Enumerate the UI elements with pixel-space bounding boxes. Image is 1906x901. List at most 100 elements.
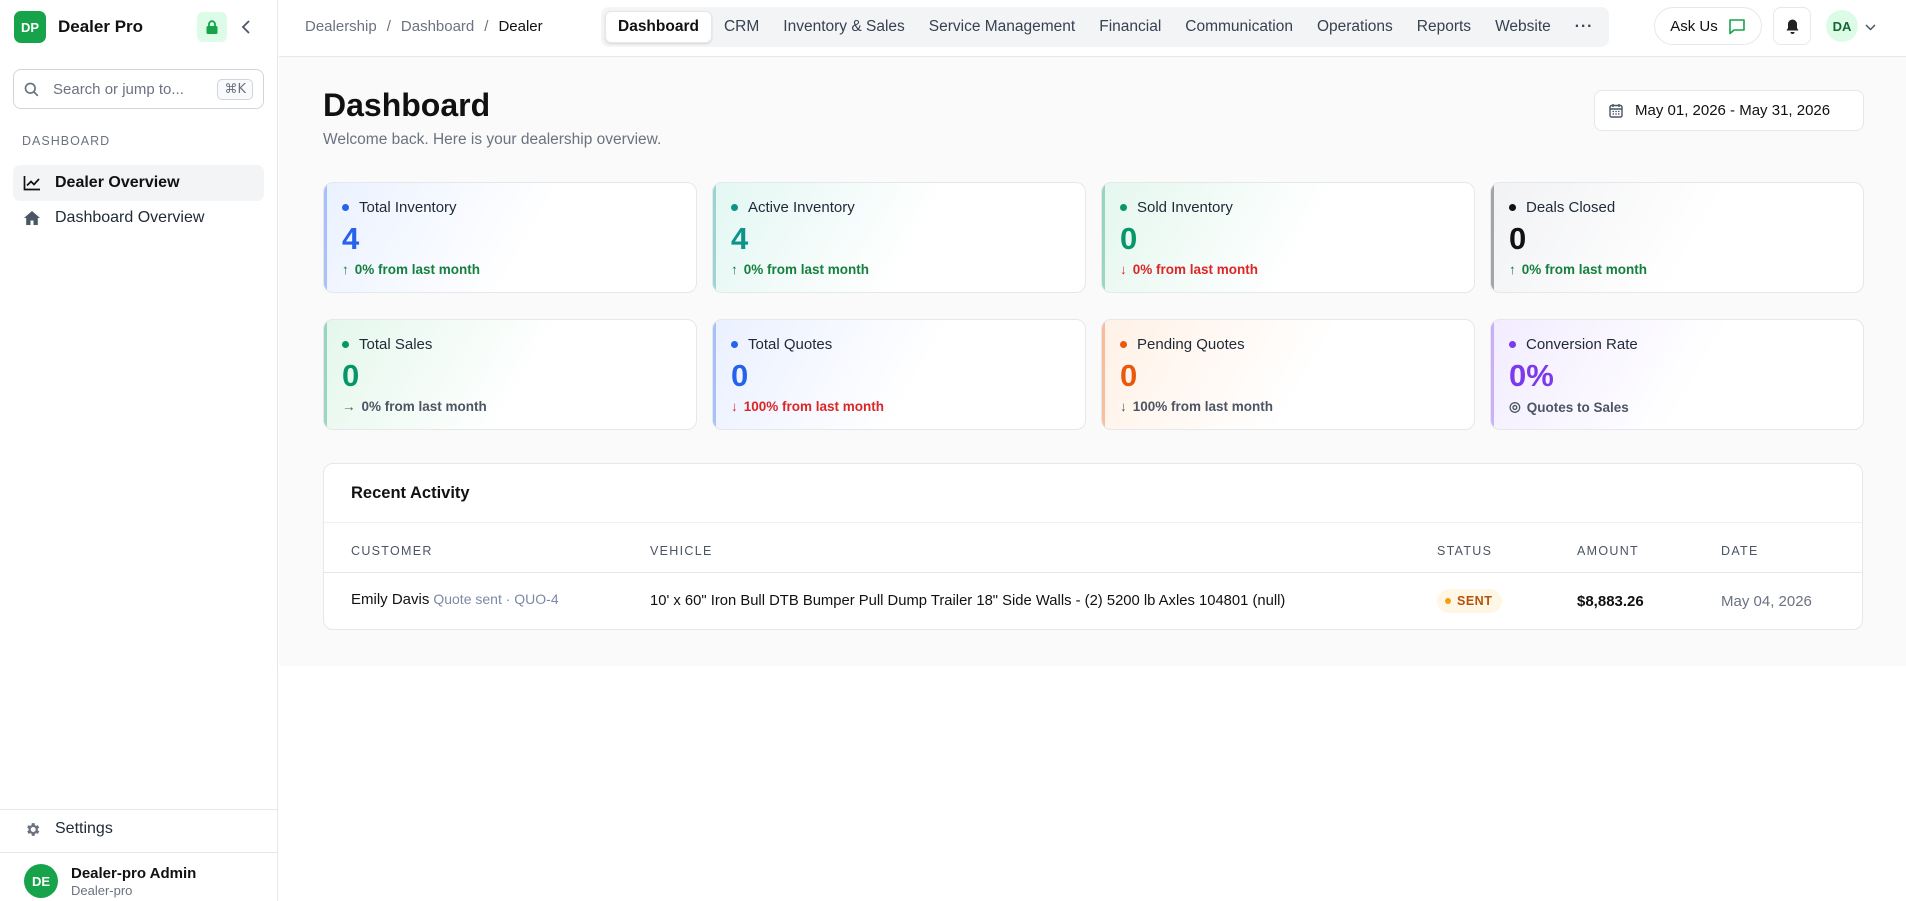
main-tabs: Dashboard CRM Inventory & Sales Service … [601, 7, 1610, 47]
stat-dot [1509, 341, 1516, 348]
page-title: Dashboard [323, 87, 491, 123]
brand-logo: DP [14, 11, 46, 43]
breadcrumb-dashboard[interactable]: Dashboard [401, 18, 474, 35]
stat-trend: ↓ 0% from last month [1120, 262, 1258, 277]
sidebar-item-dealer-overview[interactable]: Dealer Overview [13, 165, 264, 201]
trend-arrow-icon: ↑ [1509, 262, 1516, 277]
stat-trend: ↑ 0% from last month [342, 262, 480, 277]
tab-financial[interactable]: Financial [1087, 11, 1173, 43]
stat-trend: ◎ Quotes to Sales [1509, 399, 1629, 415]
tab-communication[interactable]: Communication [1173, 11, 1305, 43]
notifications-button[interactable] [1773, 7, 1811, 45]
stat-value: 0 [1120, 221, 1138, 256]
more-tabs-icon[interactable]: ··· [1563, 11, 1606, 43]
status-dot [1445, 598, 1451, 604]
main-content: Dashboard Welcome back. Here is your dea… [279, 57, 1906, 666]
stat-label-row: Active Inventory [731, 199, 855, 216]
stat-dot [342, 204, 349, 211]
tab-website[interactable]: Website [1483, 11, 1563, 43]
brand-name: Dealer Pro [58, 17, 144, 36]
stat-label: Conversion Rate [1526, 336, 1638, 353]
page-subtitle: Welcome back. Here is your dealership ov… [323, 131, 662, 148]
breadcrumb-current: Dealer [498, 18, 543, 35]
stat-value: 0 [342, 358, 360, 393]
sidebar: DP Dealer Pro Search or jump to... ⌘K DA… [0, 0, 278, 901]
trend-arrow-icon: → [342, 399, 356, 414]
stat-card-total-inventory[interactable]: Total Inventory 4 ↑ 0% from last month [323, 182, 697, 293]
lock-icon[interactable] [197, 12, 227, 42]
vehicle-cell: 10' x 60" Iron Bull DTB Bumper Pull Dump… [650, 593, 1286, 609]
stat-value: 4 [731, 221, 749, 256]
avatar: DE [24, 864, 58, 898]
stat-card-conversion-rate[interactable]: Conversion Rate 0% ◎ Quotes to Sales [1490, 319, 1864, 430]
user-avatar[interactable]: DA [1826, 10, 1858, 42]
stat-value: 0 [731, 358, 749, 393]
stat-dot [342, 341, 349, 348]
recent-activity-panel: Recent Activity CUSTOMER VEHICLE STATUS … [323, 463, 1863, 630]
card-accent-bar [1102, 183, 1105, 292]
breadcrumb-dealership[interactable]: Dealership [305, 18, 377, 35]
tab-operations[interactable]: Operations [1305, 11, 1405, 43]
sidebar-item-dashboard-overview[interactable]: Dashboard Overview [13, 200, 264, 236]
calendar-icon [1609, 104, 1623, 118]
stat-dot [1120, 341, 1127, 348]
trend-text: 100% from last month [1132, 399, 1274, 414]
trend-text: 0% from last month [1521, 262, 1648, 277]
recent-activity-title: Recent Activity [351, 484, 470, 502]
collapse-sidebar-icon[interactable] [231, 12, 261, 42]
breadcrumb-separator: / [386, 18, 391, 35]
tab-service-management[interactable]: Service Management [917, 11, 1087, 43]
customer-note: Quote sent · QUO-4 [433, 591, 559, 607]
trend-arrow-icon: ↓ [731, 399, 738, 414]
stat-card-deals-closed[interactable]: Deals Closed 0 ↑ 0% from last month [1490, 182, 1864, 293]
trend-arrow-icon: ↓ [1120, 399, 1127, 414]
search-input[interactable]: Search or jump to... ⌘K [13, 69, 264, 109]
trend-text: 100% from last month [743, 399, 885, 414]
divider [324, 572, 1862, 573]
status-badge: SENT [1437, 589, 1503, 613]
user-profile[interactable]: DE Dealer-pro Admin Dealer-pro [24, 864, 196, 898]
tab-inventory-sales[interactable]: Inventory & Sales [771, 11, 916, 43]
date-range-picker[interactable]: May 01, 2026 - May 31, 2026 [1594, 90, 1864, 131]
stat-card-pending-quotes[interactable]: Pending Quotes 0 ↓ 100% from last month [1101, 319, 1475, 430]
stat-card-sold-inventory[interactable]: Sold Inventory 0 ↓ 0% from last month [1101, 182, 1475, 293]
tab-crm[interactable]: CRM [712, 11, 771, 43]
column-header-status: STATUS [1437, 544, 1493, 558]
stat-label-row: Sold Inventory [1120, 199, 1233, 216]
column-header-vehicle: VEHICLE [650, 544, 713, 558]
breadcrumb-separator: / [484, 18, 489, 35]
status-label: SENT [1457, 594, 1493, 608]
bell-icon [1786, 19, 1798, 34]
stat-label: Active Inventory [748, 199, 855, 216]
search-placeholder: Search or jump to... [53, 80, 184, 98]
stat-dot [1120, 204, 1127, 211]
stat-trend: → 0% from last month [342, 399, 487, 414]
tab-dashboard[interactable]: Dashboard [605, 11, 712, 43]
user-name: Dealer-pro Admin [71, 864, 197, 882]
stat-card-total-sales[interactable]: Total Sales 0 → 0% from last month [323, 319, 697, 430]
stat-card-total-quotes[interactable]: Total Quotes 0 ↓ 100% from last month [712, 319, 1086, 430]
trend-arrow-icon: ↑ [731, 262, 738, 277]
home-icon [24, 211, 40, 225]
customer-cell: Emily Davis Quote sent · QUO-4 [351, 591, 559, 608]
card-accent-bar [1102, 320, 1105, 429]
settings-link[interactable]: Settings [24, 820, 113, 838]
stat-label-row: Total Sales [342, 336, 432, 353]
chevron-down-icon[interactable] [1865, 18, 1876, 34]
stat-value: 0 [1120, 358, 1138, 393]
tab-reports[interactable]: Reports [1405, 11, 1483, 43]
stat-card-active-inventory[interactable]: Active Inventory 4 ↑ 0% from last month [712, 182, 1086, 293]
card-accent-bar [324, 183, 327, 292]
stat-label: Deals Closed [1526, 199, 1616, 216]
card-accent-bar [1491, 320, 1494, 429]
breadcrumb: Dealership / Dashboard / Dealer [305, 18, 543, 35]
trend-arrow-icon: ◎ [1509, 399, 1521, 414]
stat-label: Total Sales [359, 336, 433, 353]
ask-us-button[interactable]: Ask Us [1654, 7, 1762, 45]
stat-dot [731, 341, 738, 348]
sidebar-item-label: Dashboard Overview [55, 209, 205, 226]
amount-cell: $8,883.26 [1577, 593, 1644, 610]
search-icon [24, 82, 39, 96]
column-header-date: DATE [1721, 544, 1759, 558]
settings-label: Settings [55, 820, 113, 837]
